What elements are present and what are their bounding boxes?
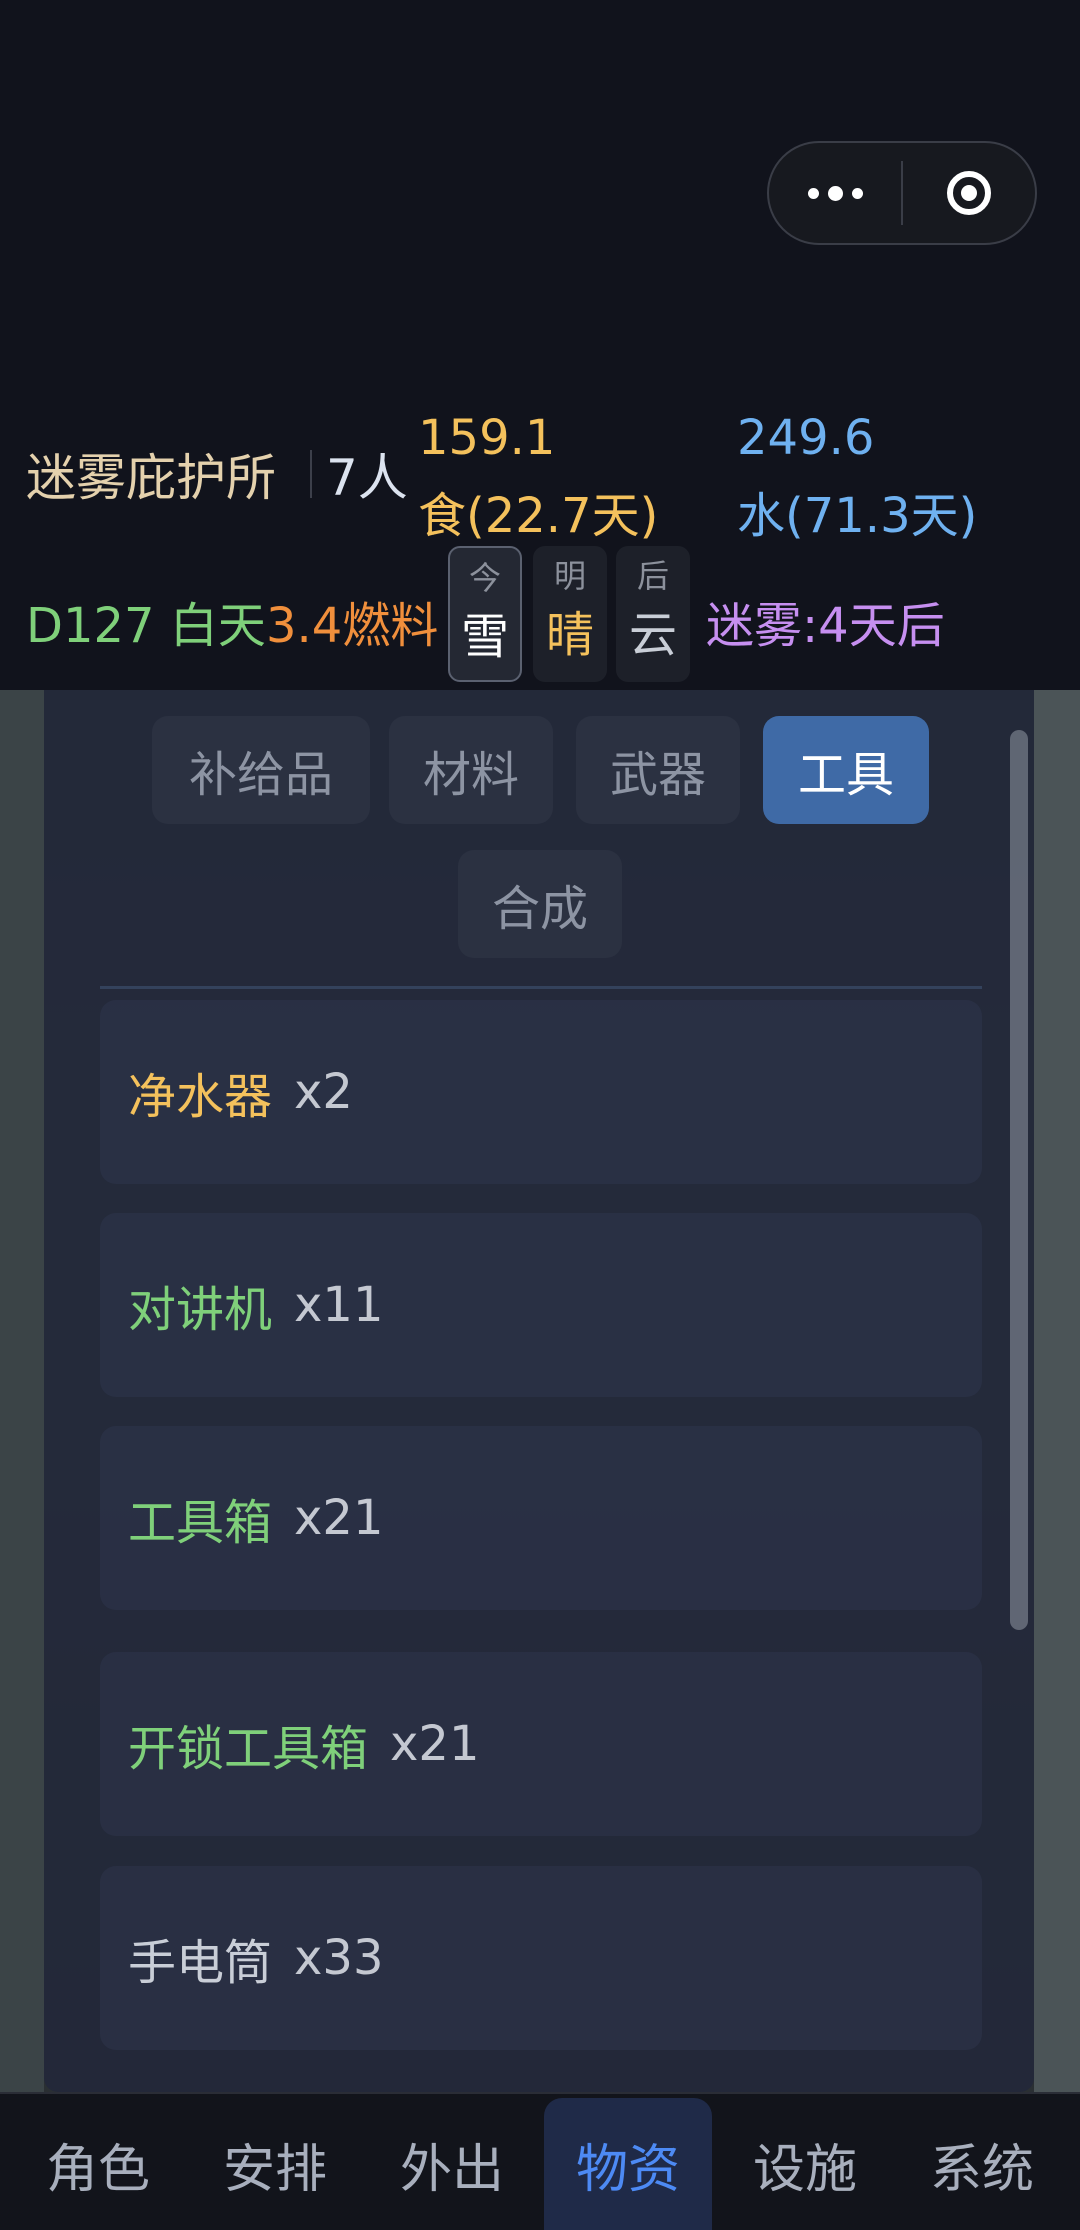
weather-today: 今 雪 — [448, 546, 522, 682]
list-item[interactable]: 净水器 x2 — [100, 1000, 982, 1184]
tab-craft[interactable]: 合成 — [458, 850, 622, 958]
nav-system[interactable]: 系统 — [898, 2098, 1066, 2230]
item-qty: x21 — [294, 1490, 384, 1546]
weather-day-after: 后 云 — [616, 546, 690, 682]
weather-value: 雪 — [460, 609, 509, 665]
weather-label: 明 — [553, 557, 586, 595]
food-days: 食(22.7天) — [418, 488, 659, 544]
nav-schedule[interactable]: 安排 — [191, 2098, 359, 2230]
item-name: 开锁工具箱 — [128, 1721, 369, 1777]
nav-supplies[interactable]: 物资 — [544, 2098, 712, 2230]
weather-value: 云 — [628, 607, 677, 663]
wall-right — [1034, 690, 1080, 2092]
wall-left — [0, 690, 44, 2092]
food-value: 159.1 — [418, 410, 556, 466]
water-days: 水(71.3天) — [737, 488, 978, 544]
nav-outing[interactable]: 外出 — [368, 2098, 536, 2230]
nav-character[interactable]: 角色 — [14, 2098, 182, 2230]
fuel-amount: 3.4燃料 — [266, 598, 439, 654]
weather-label: 后 — [636, 557, 669, 595]
target-close-icon[interactable] — [903, 143, 1035, 243]
bottom-nav: 角色 安排 外出 物资 设施 系统 — [0, 2092, 1080, 2230]
list-item[interactable]: 工具箱 x21 — [100, 1426, 982, 1610]
mini-program-capsule — [767, 141, 1037, 245]
nav-facilities[interactable]: 设施 — [721, 2098, 889, 2230]
scrollbar-thumb[interactable] — [1010, 730, 1028, 1630]
item-name: 手电筒 — [128, 1935, 273, 1991]
tab-supplies[interactable]: 补给品 — [152, 716, 370, 824]
item-name: 对讲机 — [128, 1282, 273, 1338]
item-qty: x2 — [294, 1064, 353, 1120]
tab-materials[interactable]: 材料 — [389, 716, 553, 824]
item-qty: x33 — [294, 1930, 384, 1986]
weather-label: 今 — [468, 559, 501, 597]
item-name: 工具箱 — [128, 1495, 273, 1551]
item-qty: x21 — [390, 1716, 480, 1772]
weather-tomorrow: 明 晴 — [533, 546, 607, 682]
tab-weapons[interactable]: 武器 — [576, 716, 740, 824]
weather-value: 晴 — [545, 607, 594, 663]
people-count: 7人 — [326, 449, 408, 507]
fog-countdown: 迷雾:4天后 — [706, 598, 945, 654]
shelter-name: 迷雾庇护所 — [26, 449, 276, 507]
water-value: 249.6 — [737, 410, 875, 466]
room-background: 补给品 材料 武器 工具 合成 净水器 x2 对讲机 x11 工具箱 x21 开… — [0, 690, 1080, 2092]
status-separator — [310, 450, 312, 498]
tab-tools[interactable]: 工具 — [763, 716, 929, 824]
tab-divider — [100, 986, 982, 989]
inventory-panel: 补给品 材料 武器 工具 合成 净水器 x2 对讲机 x11 工具箱 x21 开… — [44, 690, 1034, 2092]
day-indicator: D127 白天 — [26, 598, 266, 654]
more-dots-icon[interactable] — [769, 143, 901, 243]
list-item[interactable]: 开锁工具箱 x21 — [100, 1652, 982, 1836]
list-item[interactable]: 手电筒 x33 — [100, 1866, 982, 2050]
item-qty: x11 — [294, 1277, 384, 1333]
item-name: 净水器 — [128, 1069, 273, 1125]
list-item[interactable]: 对讲机 x11 — [100, 1213, 982, 1397]
